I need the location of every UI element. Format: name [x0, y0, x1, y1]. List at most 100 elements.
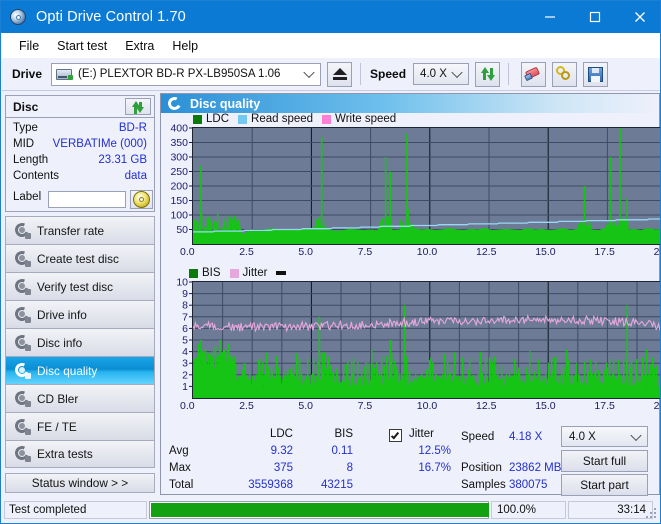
drive-icon — [56, 67, 73, 82]
legend-item-write-speed: Write speed — [322, 113, 396, 125]
sidebar-item-label: Drive info — [37, 308, 87, 322]
ldc-chart-legend: LDC Read speed Write speed — [193, 113, 405, 125]
ldc-chart: LDC Read speed Write speed 5010015020025… — [161, 113, 659, 265]
link-button[interactable] — [552, 62, 577, 87]
stats-samples-value: 380075 — [509, 479, 547, 491]
sidebar-item-label: Create test disc — [37, 252, 119, 266]
erase-button[interactable] — [521, 62, 546, 87]
sidebar-item-label: Verify test disc — [37, 280, 113, 294]
bis-plot-svg — [193, 282, 661, 398]
ldc-x-tick: 12.5 — [476, 246, 496, 258]
sidebar-item-extra-tests[interactable]: Extra tests — [5, 440, 155, 468]
sidebar-item-fe-te[interactable]: FE / TE — [5, 412, 155, 440]
disc-icon — [133, 191, 150, 208]
minimize-button[interactable] — [527, 1, 572, 33]
sidebar-item-transfer-rate[interactable]: Transfer rate — [5, 216, 155, 244]
svg-text:10: 10 — [176, 277, 188, 289]
save-button[interactable] — [583, 62, 608, 87]
svg-text:50: 50 — [176, 224, 188, 236]
stats-avg-ldc: 9.32 — [243, 445, 293, 457]
stats-total-ldc: 3559368 — [223, 479, 293, 491]
speed-select-value: 4.0 X — [420, 68, 447, 80]
start-full-button[interactable]: Start full — [561, 450, 648, 472]
sidebar-item-disc-quality[interactable]: Disc quality — [5, 356, 155, 384]
menu-help[interactable]: Help — [164, 36, 206, 56]
disc-row-key: Type — [13, 122, 38, 134]
jitter-checkbox[interactable] — [389, 429, 402, 442]
stats-row-avg-label: Avg — [169, 445, 189, 457]
disc-row-key: Length — [13, 154, 48, 166]
eject-button[interactable] — [327, 62, 352, 87]
ldc-x-tick: 2.5 — [239, 246, 254, 258]
stats-panel: LDC BIS Jitter Avg 9.32 0.11 12.5% Max 3… — [161, 426, 659, 495]
refresh-icon — [480, 66, 496, 82]
start-part-button[interactable]: Start part — [561, 474, 648, 496]
svg-text:7: 7 — [182, 311, 188, 323]
disc-refresh-button[interactable] — [125, 98, 151, 115]
bis-x-tick: 15.0 — [535, 400, 555, 412]
svg-text:2: 2 — [182, 369, 188, 381]
sidebar-item-drive-info[interactable]: Drive info — [5, 300, 155, 328]
ldc-plot-area — [192, 127, 661, 245]
disc-label-input[interactable] — [48, 191, 126, 208]
ldc-x-tick: 20.0 — [654, 246, 661, 258]
legend-item-extra-marker — [276, 271, 290, 275]
disc-info-box: Disc Type BD-R MID VERBATIMe (000) Lengt… — [5, 95, 155, 212]
speed-select[interactable]: 4.0 X — [413, 63, 469, 85]
stats-row-total-label: Total — [169, 479, 193, 491]
legend-swatch — [189, 269, 198, 278]
ldc-x-tick: 15.0 — [535, 246, 555, 258]
disc-test-icon — [14, 307, 31, 323]
svg-text:250: 250 — [170, 166, 188, 178]
eject-icon — [333, 68, 347, 75]
sidebar-item-label: Disc info — [37, 336, 82, 350]
maximize-button[interactable] — [572, 1, 617, 33]
sidebar-item-cd-bler[interactable]: CD Bler — [5, 384, 155, 412]
disc-label-button[interactable] — [130, 190, 153, 209]
menu-bar: File Start test Extra Help — [2, 33, 661, 58]
disc-test-icon — [14, 223, 31, 239]
svg-text:350: 350 — [170, 137, 188, 149]
menu-file[interactable]: File — [11, 36, 47, 56]
speed-label: Speed — [370, 67, 406, 81]
refresh-button[interactable] — [475, 62, 500, 87]
bis-x-tick: 2.5 — [239, 400, 254, 412]
window-controls — [527, 1, 661, 33]
drive-label: Drive — [12, 67, 42, 81]
stats-col-bis: BIS — [309, 428, 353, 440]
disc-row-value: BD-R — [119, 122, 147, 134]
legend-swatch — [238, 115, 247, 124]
legend-item-ldc: LDC — [193, 113, 229, 125]
resize-grip[interactable] — [646, 508, 658, 520]
disc-row-value: data — [125, 170, 147, 182]
progress-percent: 100.0% — [491, 501, 566, 519]
status-window-button[interactable]: Status window > > — [5, 473, 155, 493]
sidebar-item-create-test-disc[interactable]: Create test disc — [5, 244, 155, 272]
sidebar-item-verify-test-disc[interactable]: Verify test disc — [5, 272, 155, 300]
menu-extra[interactable]: Extra — [117, 36, 162, 56]
svg-text:5: 5 — [182, 335, 188, 347]
legend-swatch — [322, 115, 331, 124]
bis-x-tick: 7.5 — [358, 400, 373, 412]
disc-row-length: Length 23.31 GB — [6, 154, 154, 170]
close-button[interactable] — [617, 1, 661, 33]
app-disc-icon — [10, 8, 28, 26]
test-speed-select[interactable]: 4.0 X — [561, 426, 648, 447]
chain-icon — [556, 66, 573, 82]
drive-select[interactable]: (E:) PLEXTOR BD-R PX-LB950SA 1.06 — [51, 63, 321, 86]
ldc-x-tick: 7.5 — [358, 246, 373, 258]
page-title: Disc quality — [190, 97, 260, 111]
refresh-icon — [131, 100, 145, 114]
sidebar-item-disc-info[interactable]: Disc info — [5, 328, 155, 356]
stats-max-ldc: 375 — [243, 462, 293, 474]
svg-text:1: 1 — [182, 381, 188, 393]
disc-row-type: Type BD-R — [6, 122, 154, 138]
legend-swatch — [276, 271, 286, 275]
stats-max-jitter: 16.7% — [383, 462, 451, 474]
legend-label: LDC — [206, 113, 229, 125]
ldc-x-tick: 10.0 — [417, 246, 437, 258]
menu-start-test[interactable]: Start test — [49, 36, 115, 56]
nav-list: Transfer rate Create test disc Verify te… — [5, 216, 155, 468]
sidebar-item-label: FE / TE — [37, 420, 77, 434]
disc-row-value: 23.31 GB — [98, 154, 147, 166]
